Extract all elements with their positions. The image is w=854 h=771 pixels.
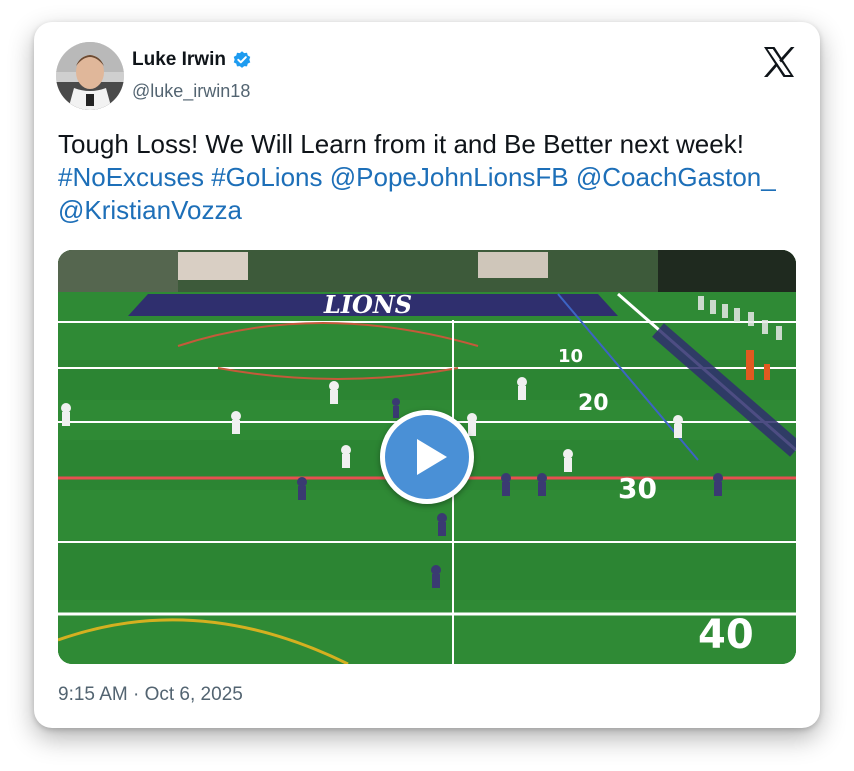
author-handle[interactable]: @luke_irwin18 — [132, 81, 250, 102]
play-icon — [417, 439, 447, 475]
yard-number-10: 10 — [558, 346, 583, 367]
author-name-row: Luke Irwin — [132, 49, 252, 71]
hashtag-noexcuses-link[interactable]: #NoExcuses — [58, 162, 204, 192]
play-button[interactable] — [380, 410, 474, 504]
player-portrait-icon — [56, 42, 124, 110]
verified-badge-icon — [233, 51, 251, 68]
mention-popejohnlionsfb-link[interactable]: @PopeJohnLionsFB — [330, 162, 569, 192]
tweet-timestamp[interactable]: 9:15 AM · Oct 6, 2025 — [58, 684, 243, 706]
screenshot-stage: Luke Irwin @luke_irwin18 Tough Loss! We … — [0, 0, 854, 771]
author-name[interactable]: Luke Irwin — [132, 49, 226, 71]
yard-number-40: 40 — [698, 612, 754, 658]
video-player[interactable]: LIONS 10 20 30 40 — [58, 250, 796, 664]
endzone-lions-text: LIONS — [323, 290, 412, 319]
hashtag-golions-link[interactable]: #GoLions — [211, 162, 322, 192]
tweet-card[interactable]: Luke Irwin @luke_irwin18 Tough Loss! We … — [34, 22, 820, 728]
yard-number-20: 20 — [578, 391, 609, 416]
x-logo-icon[interactable] — [762, 46, 796, 78]
mention-kristianvozza-link[interactable]: @KristianVozza — [58, 195, 242, 225]
author-avatar[interactable] — [56, 42, 124, 110]
tweet-body: Tough Loss! We Will Learn from it and Be… — [58, 129, 744, 159]
tweet-text: Tough Loss! We Will Learn from it and Be… — [58, 128, 778, 227]
yard-number-30: 30 — [618, 472, 657, 505]
mention-coachgaston-link[interactable]: @CoachGaston_ — [576, 162, 776, 192]
